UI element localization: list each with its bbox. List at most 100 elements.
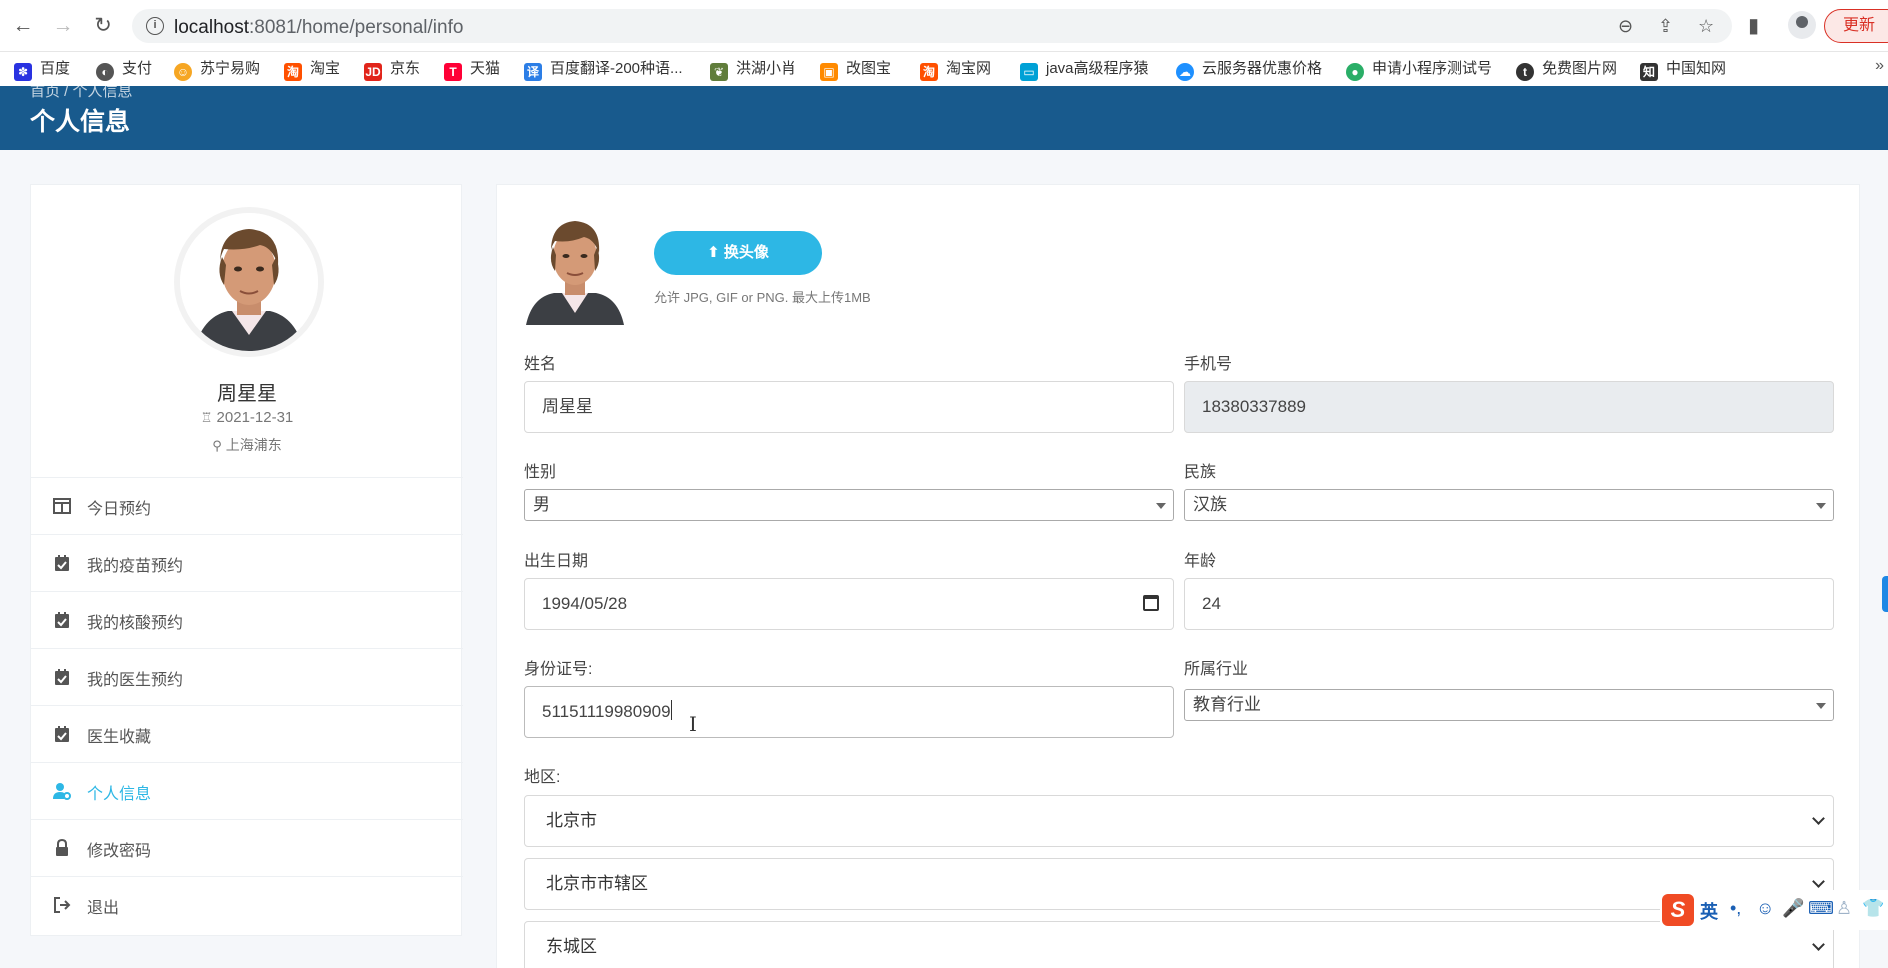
- city-select[interactable]: 北京市市辖区: [524, 858, 1834, 910]
- sidebar-item-doctor-appointments[interactable]: 我的医生预约: [31, 648, 463, 705]
- skin-shirt-icon[interactable]: 👕: [1862, 898, 1884, 919]
- text-cursor-icon: I: [689, 712, 697, 736]
- translate-icon: 译: [524, 63, 542, 81]
- sidebar-item-vaccine-appointments[interactable]: 我的疫苗预约: [31, 534, 463, 591]
- map-marker-icon: ⚲: [212, 438, 222, 453]
- sidebar-item-nucleic-appointments[interactable]: 我的核酸预约: [31, 591, 463, 648]
- bookmark-item[interactable]: ❦ 洪湖小肖: [710, 57, 796, 81]
- id-number-field[interactable]: 51151119980909: [524, 686, 1174, 738]
- personal-info-form: ⬆ 换头像 允许 JPG, GIF or PNG. 最大上传1MB 姓名 周星星…: [496, 184, 1860, 968]
- share-icon[interactable]: ⇪: [1658, 16, 1673, 37]
- phone-label: 手机号: [1184, 356, 1233, 373]
- calendar-check-icon: [55, 612, 69, 628]
- calendar-icon[interactable]: [1143, 595, 1159, 611]
- bookmark-item[interactable]: ▭ java高级程序猿: [1020, 57, 1149, 81]
- chevron-down-icon: [1812, 875, 1825, 888]
- industry-select[interactable]: 教育行业: [1184, 689, 1834, 721]
- punctuation-icon[interactable]: •,: [1730, 898, 1741, 919]
- bookmarks-overflow-icon[interactable]: »: [1875, 57, 1884, 75]
- forward-arrow-icon[interactable]: →: [50, 13, 76, 39]
- url-text[interactable]: localhost:8081/home/personal/info: [174, 17, 463, 39]
- bookmark-item[interactable]: 淘淘宝网: [920, 57, 991, 81]
- bookmark-item[interactable]: ☺ 苏宁易购: [174, 57, 260, 81]
- browser-toolbar: ← → ↻ i localhost:8081/home/personal/inf…: [0, 0, 1888, 52]
- user-cog-icon: [53, 783, 71, 800]
- birth-label: 出生日期: [524, 553, 589, 570]
- bilibili-icon: ▭: [1020, 63, 1038, 81]
- bookmark-item[interactable]: ◐ 支付: [96, 57, 152, 81]
- bookmark-item[interactable]: ● 申请小程序测试号: [1346, 57, 1492, 81]
- address-bar[interactable]: i localhost:8081/home/personal/info ⊖ ⇪ …: [132, 9, 1732, 43]
- user-icon[interactable]: ♙: [1836, 898, 1852, 919]
- province-select[interactable]: 北京市: [524, 795, 1834, 847]
- phone-field: 18380337889: [1184, 381, 1834, 433]
- bookmark-item[interactable]: 知中国知网: [1640, 57, 1726, 81]
- sidebar-item-personal-info[interactable]: 个人信息: [31, 762, 463, 819]
- cloud-icon: ☁: [1176, 63, 1194, 81]
- profile-avatar-icon[interactable]: [1788, 11, 1816, 39]
- bookmark-item[interactable]: ▣ 改图宝: [820, 57, 891, 81]
- birth-date-field[interactable]: 1994/05/28: [524, 578, 1174, 630]
- ime-toolbar: S 英 •, ☺ 🎤 ⌨ ♙ 👕: [1660, 890, 1888, 930]
- dropdown-arrow-icon: [1816, 503, 1826, 509]
- bookmark-item[interactable]: 淘淘宝: [284, 57, 340, 81]
- jd-icon: JD: [364, 63, 382, 81]
- name-field[interactable]: 周星星: [524, 381, 1174, 433]
- update-button[interactable]: 更新: [1824, 9, 1888, 43]
- ethnicity-label: 民族: [1184, 464, 1217, 481]
- bookmark-item[interactable]: ☁ 云服务器优惠价格: [1176, 57, 1322, 81]
- profile-name: 周星星: [217, 383, 277, 405]
- side-tab-handle[interactable]: [1882, 576, 1888, 612]
- page-title: 个人信息: [30, 108, 131, 136]
- upload-icon: ⬆: [707, 244, 720, 261]
- sidebar-item-logout[interactable]: 退出: [31, 876, 463, 933]
- taobao-icon: 淘: [920, 63, 938, 81]
- avatar-preview: [524, 213, 626, 325]
- side-panel-icon[interactable]: ▮: [1748, 13, 1759, 38]
- bookmark-item[interactable]: 译百度翻译-200种语...: [524, 57, 683, 81]
- bookmark-item[interactable]: t 免费图片网: [1516, 57, 1617, 81]
- reload-icon[interactable]: ↻: [90, 13, 116, 39]
- dropdown-arrow-icon: [1156, 503, 1166, 509]
- sidebar-item-change-password[interactable]: 修改密码: [31, 819, 463, 876]
- page-header: 首页 / 个人信息 个人信息: [0, 83, 1888, 150]
- ethnicity-select[interactable]: 汉族: [1184, 489, 1834, 521]
- microphone-icon[interactable]: 🎤: [1782, 898, 1804, 919]
- id-number-label: 身份证号:: [524, 661, 593, 678]
- calendar-check-icon: [55, 555, 69, 571]
- age-field[interactable]: 24: [1184, 578, 1834, 630]
- calendar-check-icon: [55, 669, 69, 685]
- district-select[interactable]: 东城区: [524, 921, 1834, 968]
- sign-out-icon: [54, 897, 71, 913]
- change-avatar-button[interactable]: ⬆ 换头像: [654, 231, 822, 275]
- gender-select[interactable]: 男: [524, 489, 1174, 521]
- calendar-check-icon: [55, 726, 69, 742]
- upload-hint: 允许 JPG, GIF or PNG. 最大上传1MB: [654, 290, 871, 305]
- emoji-icon[interactable]: ☺: [1756, 898, 1774, 919]
- profile-location: ⚲ 上海浦东: [212, 437, 282, 453]
- name-label: 姓名: [524, 356, 557, 373]
- breadcrumb[interactable]: 首页 / 个人信息: [30, 80, 133, 101]
- paw-icon: ✽: [14, 63, 32, 81]
- cnki-icon: 知: [1640, 63, 1658, 81]
- sidebar-item-today-appointments[interactable]: 今日预约: [31, 477, 463, 534]
- photo-icon: ▣: [820, 63, 838, 81]
- wechat-icon: ●: [1346, 63, 1364, 81]
- sidebar-item-doctor-favorites[interactable]: 医生收藏: [31, 705, 463, 762]
- lion-icon: ☺: [174, 63, 192, 81]
- bookmark-item[interactable]: JD 京东: [364, 57, 420, 81]
- back-arrow-icon[interactable]: ←: [10, 13, 36, 39]
- text-caret: [670, 700, 672, 720]
- sidebar-menu: 今日预约 我的疫苗预约 我的核酸预约 我的医生预约 医生收藏 个人信息 修改密码: [31, 477, 463, 933]
- bookmark-item[interactable]: T 天猫: [444, 57, 500, 81]
- dropdown-arrow-icon: [1816, 703, 1826, 709]
- keyboard-icon[interactable]: ⌨: [1808, 898, 1834, 919]
- profile-birthday: ♖ 2021-12-31: [200, 409, 294, 426]
- bookmark-star-icon[interactable]: ☆: [1698, 16, 1714, 37]
- site-info-icon[interactable]: i: [146, 17, 164, 35]
- zoom-icon[interactable]: ⊖: [1618, 16, 1633, 37]
- taobao-icon: 淘: [284, 63, 302, 81]
- ime-mode-toggle[interactable]: 英: [1700, 898, 1718, 924]
- sogou-logo-icon[interactable]: S: [1662, 894, 1694, 926]
- bookmark-item[interactable]: ✽ 百度: [14, 57, 70, 81]
